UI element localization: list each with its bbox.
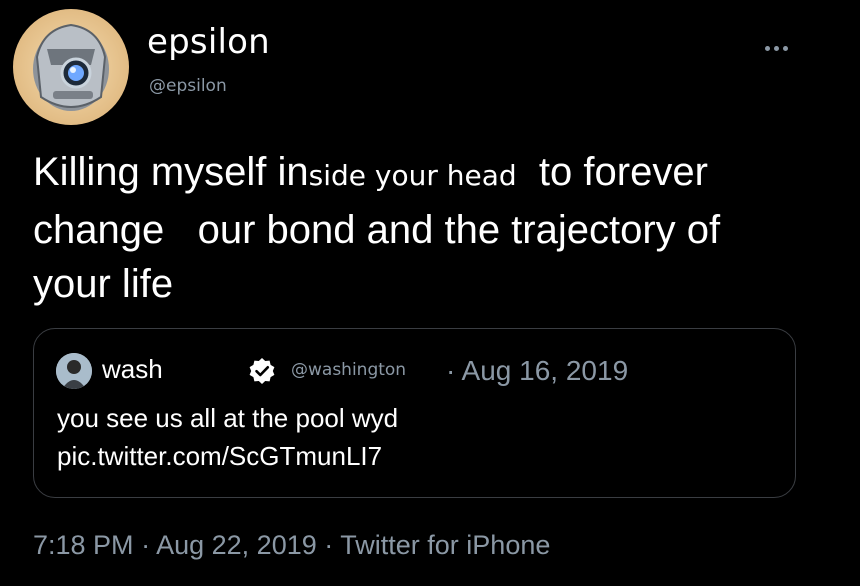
- armored-helmet-avatar-icon: [33, 23, 109, 111]
- person-avatar-icon: [56, 353, 92, 389]
- verified-badge-icon: [249, 358, 275, 384]
- tweet-date[interactable]: Aug 22, 2019: [156, 530, 317, 560]
- tweet-time[interactable]: 7:18 PM: [33, 530, 134, 560]
- tweet-metadata: 7:18 PM · Aug 22, 2019 · Twitter for iPh…: [33, 530, 550, 561]
- author-handle[interactable]: @epsilon: [149, 76, 227, 96]
- tweet-line-3: your life: [33, 262, 174, 306]
- quoted-author-avatar[interactable]: [56, 353, 92, 389]
- quoted-author-name[interactable]: wash: [102, 354, 163, 385]
- author-avatar[interactable]: [13, 9, 129, 125]
- tweet-text: Killing myself inside your head to forev…: [33, 145, 833, 311]
- quoted-date[interactable]: · Aug 16, 2019: [446, 355, 628, 387]
- separator: ·: [324, 530, 334, 560]
- quoted-text: you see us all at the pool wyd pic.twitt…: [57, 399, 398, 475]
- author-display-name[interactable]: epsilon: [147, 22, 270, 62]
- separator: ·: [141, 530, 151, 560]
- quoted-tweet[interactable]: wash @washington · Aug 16, 2019 you see …: [33, 328, 796, 498]
- dot: [783, 45, 788, 51]
- quoted-text-line-1: you see us all at the pool wyd: [57, 403, 399, 433]
- dot: [765, 45, 770, 51]
- more-options-icon[interactable]: [765, 38, 797, 58]
- tweet-source[interactable]: Twitter for iPhone: [340, 530, 550, 560]
- quoted-media-link[interactable]: pic.twitter.com/ScGTmunLI7: [57, 437, 398, 475]
- quoted-author-handle[interactable]: @washington: [291, 360, 406, 380]
- dot: [774, 45, 779, 51]
- tweet-line-1: Killing myself inside your head to forev…: [33, 150, 708, 194]
- tweet-card: epsilon @epsilon Killing myself inside y…: [0, 0, 860, 586]
- tweet-line-2: change our bond and the trajectory of: [33, 208, 721, 252]
